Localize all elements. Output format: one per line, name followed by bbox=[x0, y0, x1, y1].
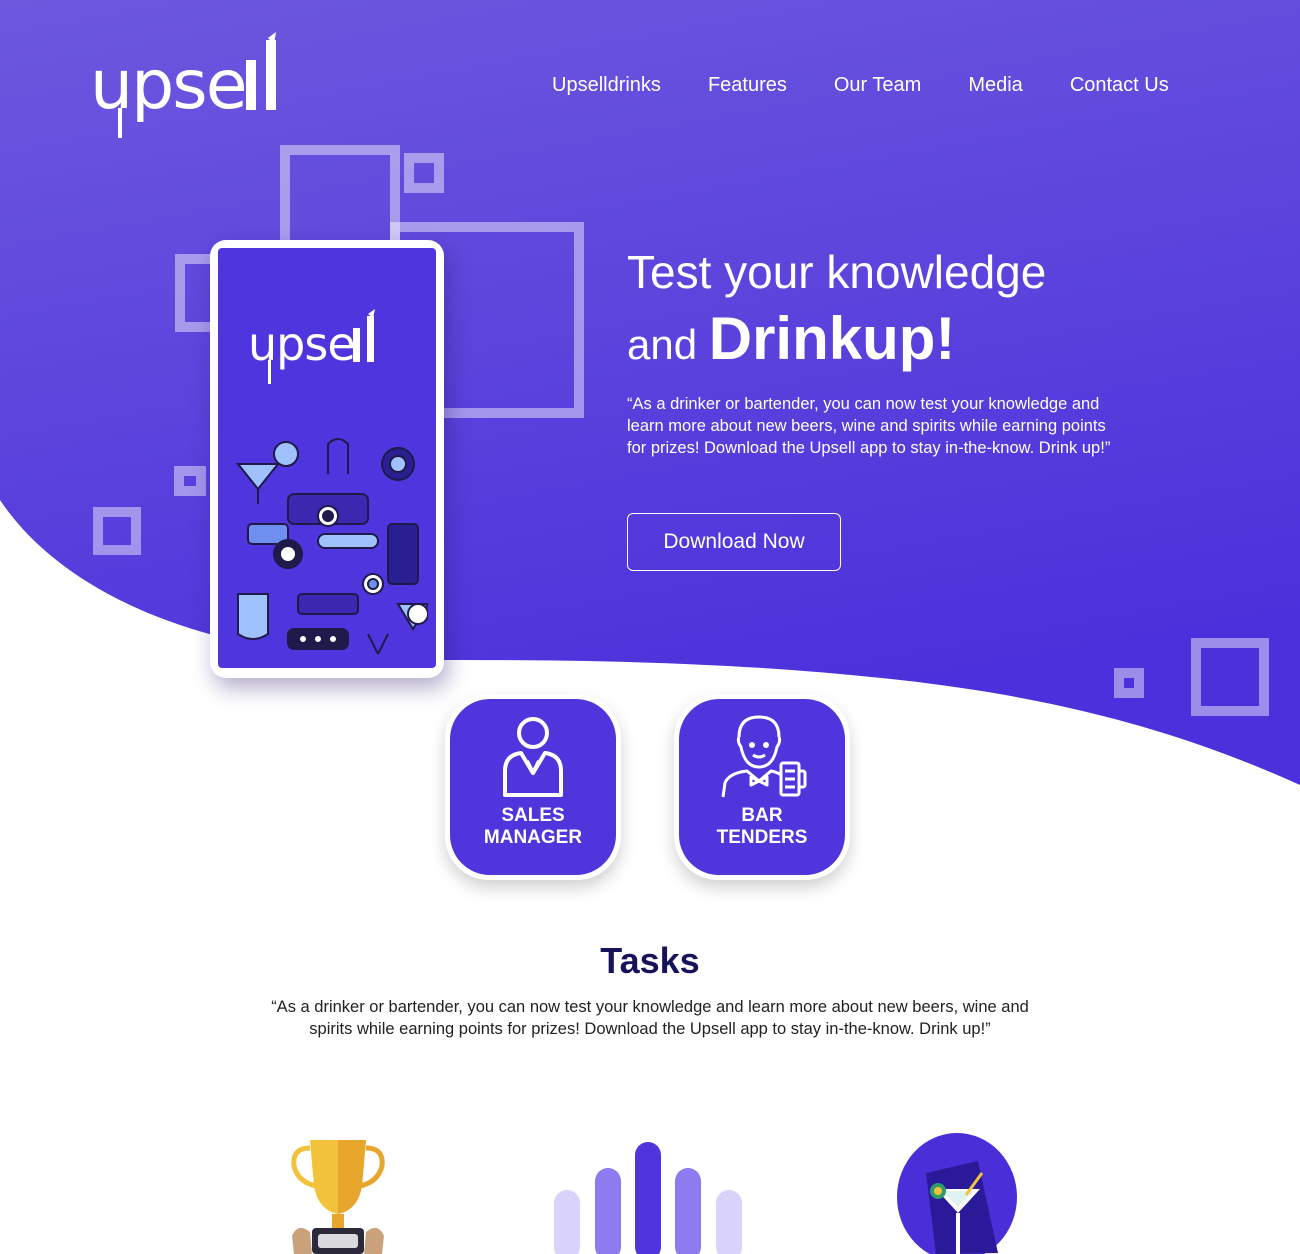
phone-screen: upse bbox=[218, 248, 436, 668]
bartender-icon bbox=[721, 715, 807, 798]
nav-link-contact-us[interactable]: Contact Us bbox=[1070, 74, 1169, 97]
decor-square bbox=[404, 153, 444, 193]
download-now-button[interactable]: Download Now bbox=[627, 513, 841, 571]
nav-link-media[interactable]: Media bbox=[968, 74, 1022, 97]
trophy-icon bbox=[291, 1140, 385, 1254]
upsell-logo-icon: upse bbox=[90, 32, 276, 138]
decor-square bbox=[174, 466, 206, 496]
cocktail-icon bbox=[897, 1133, 1017, 1254]
svg-text:upse: upse bbox=[90, 46, 246, 125]
decor-square bbox=[93, 507, 141, 555]
manager-icon bbox=[503, 717, 563, 797]
hero-description: “As a drinker or bartender, you can now … bbox=[627, 395, 1111, 457]
phone-logo-icon: upse bbox=[248, 309, 375, 384]
role-label-sales-manager: SALES MANAGER bbox=[483, 805, 583, 848]
decor-square bbox=[1114, 668, 1144, 698]
main-nav: Upselldrinks Features Our Team Media Con… bbox=[552, 74, 1169, 97]
brand-logo[interactable]: upse bbox=[90, 30, 290, 150]
nav-link-features[interactable]: Features bbox=[708, 74, 787, 97]
drinks-machine-illustration bbox=[235, 438, 428, 655]
tasks-description: “As a drinker or bartender, you can now … bbox=[271, 998, 1029, 1038]
hero-title-line2: and Drinkup! bbox=[627, 305, 956, 372]
hero-title-line1: Test your knowledge bbox=[627, 246, 1047, 298]
tasks-heading: Tasks bbox=[600, 940, 700, 981]
nav-link-upselldrinks[interactable]: Upselldrinks bbox=[552, 74, 661, 97]
role-card-bar-tenders[interactable]: BAR TENDERS bbox=[674, 694, 850, 880]
role-label-bar-tenders: BAR TENDERS bbox=[716, 805, 808, 848]
nav-link-our-team[interactable]: Our Team bbox=[834, 74, 921, 97]
role-card-sales-manager[interactable]: SALES MANAGER bbox=[445, 694, 621, 880]
hero-title: Test your knowledge and Drinkup! bbox=[627, 244, 1046, 380]
svg-text:upse: upse bbox=[248, 317, 355, 371]
phone-mockup: upse bbox=[210, 240, 444, 678]
decor-square bbox=[1191, 638, 1269, 716]
bar-chart-icon bbox=[554, 1142, 742, 1254]
